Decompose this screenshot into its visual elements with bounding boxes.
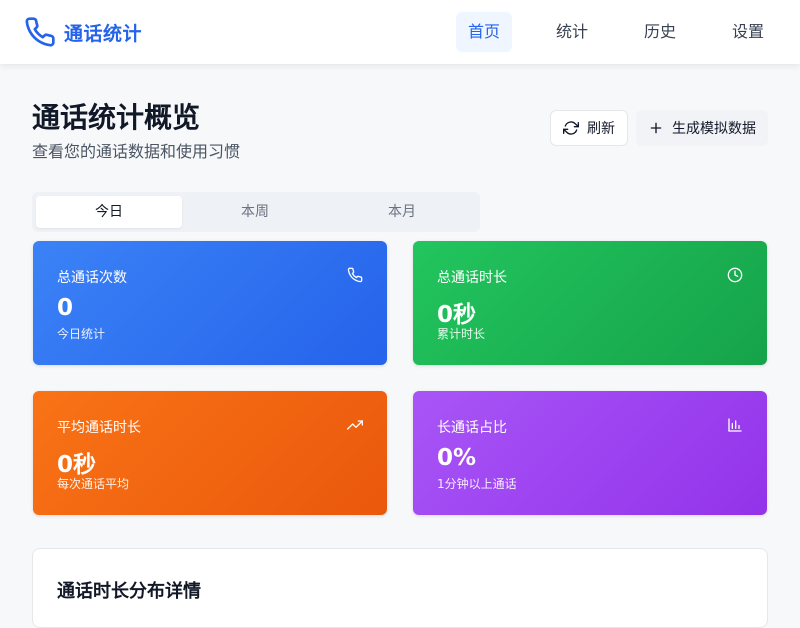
top-navbar: 通话统计 首页 统计 历史 设置 [0,0,800,64]
stat-card-note: 今日统计 [57,327,106,341]
stat-card-note: 累计时长 [437,327,486,341]
stat-card-label: 长通话占比 [437,420,507,436]
stat-card-long-call-ratio: 长通话占比 0% 1分钟以上通话 [413,391,767,515]
duration-distribution-panel: 通话时长分布详情 [32,548,768,628]
bar-chart-icon [727,417,743,433]
panel-title: 通话时长分布详情 [57,581,201,602]
refresh-icon [563,120,579,136]
stat-card-label: 总通话时长 [437,270,507,286]
trending-up-icon [347,417,363,433]
clock-icon [727,267,743,283]
page-title: 通话统计概览 [32,101,201,134]
stat-card-note: 每次通话平均 [57,477,130,491]
refresh-button[interactable]: 刷新 [550,110,628,146]
stat-card-total-calls: 总通话次数 0 今日统计 [33,241,387,365]
stat-card-average-duration: 平均通话时长 0秒 每次通话平均 [33,391,387,515]
tab-today[interactable]: 今日 [36,196,182,228]
stat-card-label: 总通话次数 [57,270,127,286]
refresh-button-label: 刷新 [587,121,615,137]
brand-title: 通话统计 [64,22,143,45]
phone-icon [347,267,363,283]
generate-button-label: 生成模拟数据 [672,121,756,137]
period-tabs: 今日 本周 本月 [32,192,480,232]
stat-card-total-duration: 总通话时长 0秒 累计时长 [413,241,767,365]
tab-this-month[interactable]: 本月 [329,196,475,228]
stat-card-value: 0% [437,445,477,471]
brand[interactable]: 通话统计 [24,16,142,48]
nav-item-history[interactable]: 历史 [632,12,688,52]
plus-icon [648,120,664,136]
stat-card-note: 1分钟以上通话 [437,477,517,491]
nav-item-stats[interactable]: 统计 [544,12,600,52]
generate-mock-data-button[interactable]: 生成模拟数据 [636,110,768,146]
tab-this-week[interactable]: 本周 [182,196,328,228]
stat-card-value: 0秒 [437,302,477,328]
stat-card-value: 0 [57,295,74,321]
nav-item-settings[interactable]: 设置 [720,12,776,52]
page-subtitle: 查看您的通话数据和使用习惯 [32,142,241,161]
phone-icon [24,16,56,48]
stat-card-value: 0秒 [57,452,97,478]
nav-item-home[interactable]: 首页 [456,12,512,52]
stat-card-label: 平均通话时长 [57,420,141,436]
